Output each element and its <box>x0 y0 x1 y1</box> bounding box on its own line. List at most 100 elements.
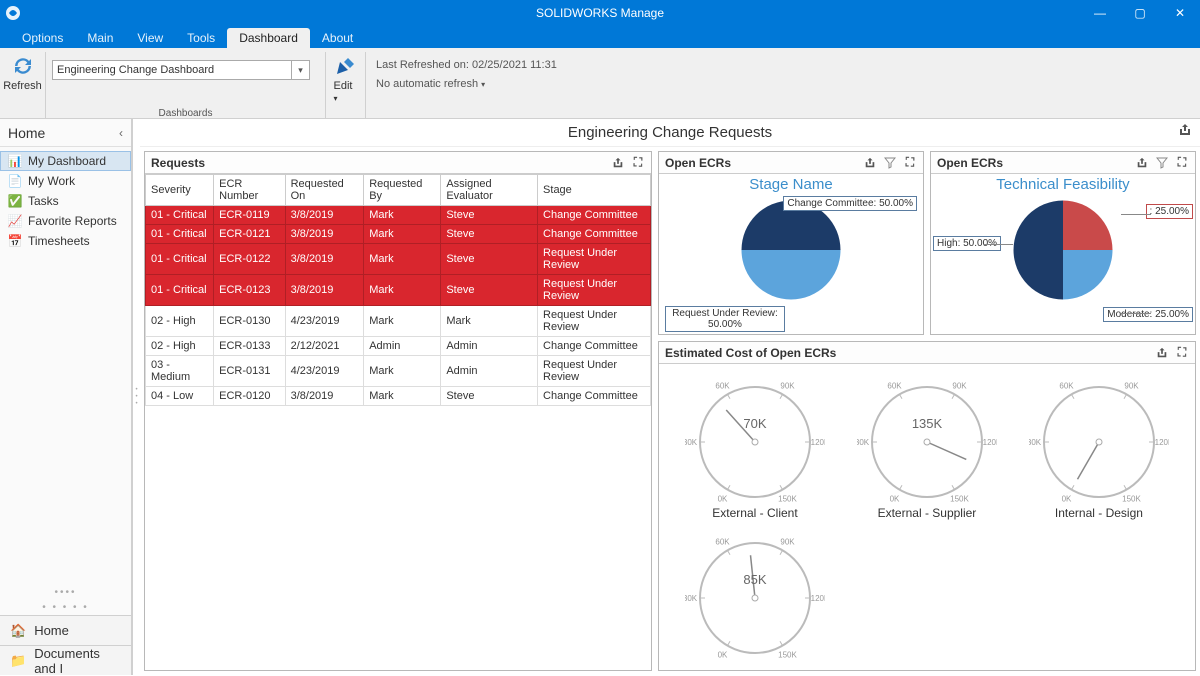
table-row[interactable]: 02 - HighECR-01332/12/2021AdminAdminChan… <box>146 337 651 356</box>
edit-icon <box>334 54 358 78</box>
table-cell: ECR-0121 <box>214 225 285 244</box>
maximize-icon[interactable]: ⛶ <box>903 156 917 170</box>
table-cell: ECR-0123 <box>214 275 285 306</box>
table-cell: ECR-0119 <box>214 206 285 225</box>
refresh-button[interactable]: Refresh <box>0 52 46 94</box>
pie1-chart <box>736 195 846 305</box>
col-header[interactable]: Requested By <box>364 175 441 206</box>
col-header[interactable]: Severity <box>146 175 214 206</box>
sidebar-bottom-home[interactable]: 🏠Home <box>0 615 131 645</box>
svg-text:150K: 150K <box>778 650 797 658</box>
svg-text:70K: 70K <box>743 416 766 431</box>
refresh-info: Last Refreshed on: 02/25/2021 11:31 No a… <box>366 52 567 97</box>
menu-options[interactable]: Options <box>10 28 75 48</box>
svg-text:135K: 135K <box>912 416 943 431</box>
col-header[interactable]: ECR Number <box>214 175 285 206</box>
maximize-button[interactable]: ▢ <box>1120 0 1160 26</box>
nav-label: My Work <box>28 174 75 188</box>
dashboard-selector-value: Engineering Change Dashboard <box>57 64 214 76</box>
col-header[interactable]: Stage <box>538 175 651 206</box>
gauge-label: Internal - Design <box>1055 506 1143 520</box>
sidebar-bottom-documents[interactable]: 📁Documents and I <box>0 645 131 675</box>
svg-text:150K: 150K <box>950 494 969 502</box>
table-row[interactable]: 01 - CriticalECR-01233/8/2019MarkSteveRe… <box>146 275 651 306</box>
table-cell: 3/8/2019 <box>285 275 364 306</box>
table-cell: 2/12/2021 <box>285 337 364 356</box>
col-header[interactable]: Assigned Evaluator <box>441 175 538 206</box>
sidebar-item-tasks[interactable]: ✅Tasks <box>0 191 131 211</box>
gauge-item: 0K30K60K90K120K150K85K <box>669 524 841 666</box>
table-cell: Admin <box>441 337 538 356</box>
svg-text:0K: 0K <box>890 494 900 502</box>
refresh-icon <box>11 54 35 78</box>
table-cell: ECR-0131 <box>214 356 285 387</box>
sidebar-item-favorite-reports[interactable]: 📈Favorite Reports <box>0 211 131 231</box>
table-row[interactable]: 04 - LowECR-01203/8/2019MarkSteveChange … <box>146 387 651 406</box>
edit-label: Edit ▾ <box>334 80 358 104</box>
table-cell: Change Committee <box>538 337 651 356</box>
table-row[interactable]: 01 - CriticalECR-01193/8/2019MarkSteveCh… <box>146 206 651 225</box>
nav-tree: 📊My Dashboard📄My Work✅Tasks📈Favorite Rep… <box>0 147 131 255</box>
close-button[interactable]: ✕ <box>1160 0 1200 26</box>
svg-text:120K: 120K <box>983 438 997 447</box>
table-cell: Steve <box>441 225 538 244</box>
col-header[interactable]: Requested On <box>285 175 364 206</box>
ribbon-group-caption: Dashboards <box>159 108 213 119</box>
svg-text:30K: 30K <box>685 438 698 447</box>
menu-about[interactable]: About <box>310 28 365 48</box>
requests-table[interactable]: SeverityECR NumberRequested OnRequested … <box>145 174 651 406</box>
table-row[interactable]: 01 - CriticalECR-01213/8/2019MarkSteveCh… <box>146 225 651 244</box>
dashboard-selector[interactable]: Engineering Change Dashboard ▾ <box>52 60 310 80</box>
stage-name-panel: Open ECRs ⛶ Stage Name <box>658 151 924 335</box>
sidebar-item-timesheets[interactable]: 📅 Timesheets <box>0 231 131 251</box>
table-cell: 02 - High <box>146 337 214 356</box>
sidebar-item-my-work[interactable]: 📄My Work <box>0 171 131 191</box>
vertical-splitter[interactable]: ••• <box>132 119 140 675</box>
nav-label: Timesheets <box>28 234 90 248</box>
requests-panel: Requests ⛶ SeverityECR NumberRequested O… <box>144 151 652 671</box>
table-row[interactable]: 02 - HighECR-01304/23/2019MarkMarkReques… <box>146 306 651 337</box>
table-cell: 03 - Medium <box>146 356 214 387</box>
table-row[interactable]: 01 - CriticalECR-01223/8/2019MarkSteveRe… <box>146 244 651 275</box>
pie2-panel-title: Open ECRs <box>937 156 1003 170</box>
table-cell: 3/8/2019 <box>285 387 364 406</box>
maximize-icon[interactable]: ⛶ <box>1175 156 1189 170</box>
export-icon[interactable] <box>611 156 625 170</box>
export-icon[interactable] <box>863 156 877 170</box>
table-cell: Request Under Review <box>538 244 651 275</box>
auto-refresh-dropdown[interactable]: No automatic refresh ▾ <box>376 75 557 94</box>
drag-handle-icon[interactable]: •••• <box>0 585 131 600</box>
table-row[interactable]: 03 - MediumECR-01314/23/2019MarkAdminReq… <box>146 356 651 387</box>
table-cell: ECR-0122 <box>214 244 285 275</box>
export-icon[interactable] <box>1155 346 1169 360</box>
maximize-icon[interactable]: ⛶ <box>1175 346 1189 360</box>
pie2-callout-blank: : 25.00% <box>1146 204 1193 219</box>
filter-icon[interactable] <box>883 156 897 170</box>
collapse-icon[interactable]: ‹ <box>119 126 123 140</box>
gauges-panel-title: Estimated Cost of Open ECRs <box>665 346 836 360</box>
table-cell: 01 - Critical <box>146 244 214 275</box>
edit-button[interactable]: Edit ▾ <box>330 52 362 106</box>
nav-icon: 📅 <box>8 234 22 248</box>
menu-tools[interactable]: Tools <box>175 28 227 48</box>
filter-icon[interactable] <box>1155 156 1169 170</box>
menu-view[interactable]: View <box>125 28 175 48</box>
table-cell: ECR-0120 <box>214 387 285 406</box>
maximize-icon[interactable]: ⛶ <box>631 156 645 170</box>
nav-label: Documents and I <box>34 646 121 676</box>
sidebar-item-my-dashboard[interactable]: 📊My Dashboard <box>0 151 131 171</box>
export-icon[interactable] <box>1135 156 1149 170</box>
sidebar: Home ‹ 📊My Dashboard📄My Work✅Tasks📈Favor… <box>0 119 132 675</box>
menu-main[interactable]: Main <box>75 28 125 48</box>
app-title: SOLIDWORKS Manage <box>536 6 664 20</box>
table-cell: Mark <box>364 387 441 406</box>
table-cell: 4/23/2019 <box>285 306 364 337</box>
menu-dashboard[interactable]: Dashboard <box>227 28 310 48</box>
pie1-callout-2: Request Under Review: 50.00% <box>665 306 785 332</box>
export-icon[interactable] <box>1178 123 1192 137</box>
pie2-callout-moderate: Moderate: 25.00% <box>1103 307 1193 322</box>
pie1-panel-title: Open ECRs <box>665 156 731 170</box>
minimize-button[interactable]: — <box>1080 0 1120 26</box>
table-cell: Mark <box>364 244 441 275</box>
chevron-down-icon: ▾ <box>291 61 309 79</box>
